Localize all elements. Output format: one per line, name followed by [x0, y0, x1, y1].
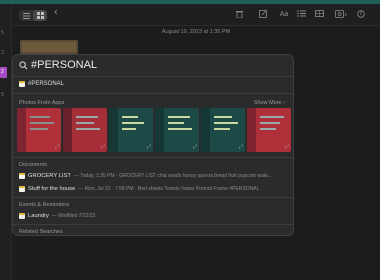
- divider: [13, 157, 293, 158]
- document-title: Stuff for the house: [28, 185, 76, 192]
- compose-icon[interactable]: [258, 10, 268, 20]
- reminder-icon: [19, 212, 25, 219]
- notes-app-icon: [19, 81, 25, 87]
- photo-thumbnail[interactable]: ⤢: [247, 108, 291, 152]
- divider: [13, 197, 293, 198]
- note-image[interactable]: [20, 40, 78, 54]
- document-result[interactable]: Stuff for the house — Mon, Jul 31 · 7:58…: [19, 184, 289, 193]
- event-result[interactable]: Laundry — Modified 7/22/23: [19, 211, 289, 220]
- back-chevron-icon[interactable]: ‹: [52, 7, 60, 18]
- divider: [13, 93, 293, 94]
- search-input[interactable]: #PERSONAL: [31, 59, 97, 71]
- share-icon[interactable]: [356, 10, 366, 20]
- note-icon: [19, 185, 25, 192]
- document-subtitle: — Mon, Jul 31 · 7:58 PM · Bed sheets Tow…: [78, 185, 260, 192]
- table-icon[interactable]: [314, 10, 324, 20]
- spotlight-panel: #PERSONAL #PERSONAL Photos From Apps Sho…: [12, 54, 294, 236]
- notes-toolbar: ‹ Aa: [12, 4, 380, 26]
- search-icon: [19, 61, 28, 70]
- sidebar-count: 2: [1, 50, 5, 56]
- document-result[interactable]: GROCERY LIST — Today, 1:35 PM · GROCERY …: [19, 171, 289, 180]
- checklist-icon[interactable]: [296, 10, 306, 20]
- top-hit-label: #PERSONAL: [28, 81, 65, 87]
- view-toggle[interactable]: [19, 10, 47, 21]
- attachment-icon[interactable]: [334, 10, 348, 20]
- section-title-photos: Photos From Apps: [19, 100, 65, 106]
- event-subtitle: — Modified 7/22/23: [51, 212, 96, 219]
- photo-thumbnail[interactable]: ⤢: [155, 108, 199, 152]
- photo-thumbnail[interactable]: ⤢: [63, 108, 107, 152]
- section-title-documents: Documents: [19, 162, 47, 168]
- document-title: GROCERY LIST: [28, 172, 71, 179]
- top-hit-result[interactable]: #PERSONAL: [19, 81, 64, 87]
- grid-view-icon[interactable]: [33, 10, 47, 21]
- section-title-events: Events & Reminders: [19, 202, 70, 208]
- trash-icon[interactable]: [234, 10, 244, 20]
- note-icon: [19, 172, 25, 179]
- divider: [13, 224, 293, 225]
- event-title: Laundry: [28, 212, 49, 219]
- sidebar-item-selected[interactable]: 2: [0, 67, 7, 78]
- photos-row: ⤢ ⤢ ⤢ ⤢ ⤢ ⤢: [17, 108, 291, 152]
- photo-thumbnail[interactable]: ⤢: [201, 108, 245, 152]
- photo-thumbnail[interactable]: ⤢: [17, 108, 61, 152]
- document-subtitle: — Today, 1:35 PM · GROCERY LIST chia see…: [73, 172, 273, 179]
- list-view-icon[interactable]: [19, 10, 33, 21]
- search-bar[interactable]: #PERSONAL: [13, 55, 293, 77]
- note-date: August 19, 2023 at 1:35 PM: [161, 29, 231, 35]
- sidebar-count: 5: [1, 92, 5, 98]
- photo-thumbnail[interactable]: ⤢: [109, 108, 153, 152]
- sidebar-count: 5: [1, 30, 5, 36]
- section-title-related: Related Searches: [19, 229, 63, 235]
- format-text-icon[interactable]: Aa: [278, 10, 290, 20]
- show-more-link[interactable]: Show More ›: [254, 100, 285, 106]
- sidebar-strip: 5 2 2 5: [0, 4, 12, 280]
